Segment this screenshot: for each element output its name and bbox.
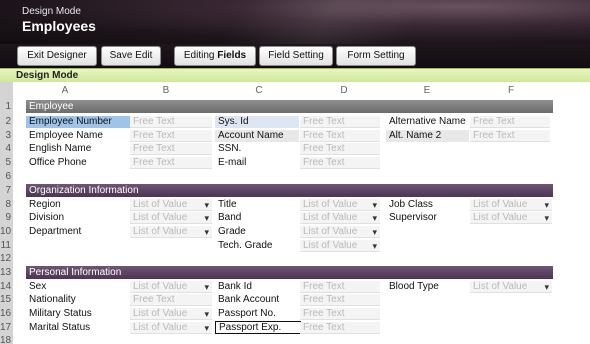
list-of-value-dropdown[interactable]: List of Value [300, 212, 380, 224]
free-text-input[interactable]: Free Text [130, 157, 212, 169]
design-mode-bar: Design Mode [0, 68, 590, 82]
field-label-band[interactable]: Band [215, 212, 299, 224]
save-edit-button[interactable]: Save Edit [101, 46, 161, 66]
column-header-e[interactable]: E [385, 85, 469, 96]
column-header-a[interactable]: A [13, 85, 117, 96]
field-label-grade[interactable]: Grade [215, 226, 299, 238]
app-header: Design Mode Employees [0, 0, 590, 44]
field-label-division[interactable]: Division [26, 212, 130, 224]
free-text-input[interactable]: Free Text [130, 294, 212, 306]
page-title: Employees [22, 18, 96, 34]
field-label-passport-no[interactable]: Passport No. [215, 308, 299, 320]
row-number: 4 [5, 143, 11, 154]
field-label-nationality[interactable]: Nationality [26, 294, 130, 306]
column-header-d[interactable]: D [303, 85, 385, 96]
field-label-title[interactable]: Title [215, 199, 299, 211]
column-header-c[interactable]: C [215, 85, 303, 96]
field-label-office-phone[interactable]: Office Phone [26, 157, 130, 169]
field-label-ssn[interactable]: SSN. [215, 143, 299, 155]
row-number: 2 [5, 116, 11, 127]
field-label-department[interactable]: Department [26, 226, 130, 238]
row-number: 14 [0, 281, 12, 292]
list-of-value-dropdown[interactable]: List of Value [470, 199, 552, 211]
free-text-input[interactable]: Free Text [470, 130, 550, 142]
list-of-value-dropdown[interactable]: List of Value [300, 226, 380, 238]
field-label-blood-type[interactable]: Blood Type [386, 281, 469, 293]
row-number: 11 [0, 240, 11, 251]
column-header-b[interactable]: B [117, 85, 215, 96]
list-of-value-dropdown[interactable]: List of Value [300, 240, 380, 252]
field-label-passport-exp-editing[interactable]: Passport Exp. [215, 321, 301, 334]
row-number: 17 [0, 322, 12, 333]
free-text-input[interactable]: Free Text [300, 308, 380, 320]
list-of-value-dropdown[interactable]: List of Value [130, 212, 212, 224]
list-of-value-dropdown[interactable]: List of Value [130, 226, 212, 238]
row-number: 12 [0, 253, 12, 264]
editing-fields-bold: Fields [217, 50, 247, 61]
field-label-sys-id[interactable]: Sys. Id [215, 116, 299, 128]
column-header-f[interactable]: F [469, 85, 553, 96]
field-label-region[interactable]: Region [26, 199, 130, 211]
list-of-value-dropdown[interactable]: List of Value [130, 308, 212, 320]
spreadsheet-grid: A B C D E F Employee Employee Number Fre… [13, 82, 590, 344]
free-text-input[interactable]: Free Text [130, 116, 212, 128]
list-of-value-dropdown[interactable]: List of Value [470, 212, 552, 224]
toolbar: Exit Designer Save Edit Editing Fields F… [0, 44, 590, 68]
row-number: 13 [0, 267, 12, 278]
field-label-alternative-name[interactable]: Alternative Name [386, 116, 469, 128]
field-label-job-class[interactable]: Job Class [386, 199, 469, 211]
row-number: 1 [5, 101, 11, 112]
field-label-email[interactable]: E-mail [215, 157, 299, 169]
free-text-input[interactable]: Free Text [130, 143, 212, 155]
free-text-input[interactable]: Free Text [300, 281, 380, 293]
form-setting-button[interactable]: Form Setting [336, 46, 416, 66]
section-header-personal[interactable]: Personal Information [26, 266, 553, 279]
editing-fields-prefix: Editing [183, 50, 218, 61]
section-header-organization[interactable]: Organization Information [26, 184, 553, 197]
field-label-military-status[interactable]: Military Status [26, 308, 130, 320]
free-text-input[interactable]: Free Text [300, 143, 380, 155]
row-number: 18 [0, 335, 12, 344]
free-text-input[interactable]: Free Text [300, 130, 380, 142]
field-label-english-name[interactable]: English Name [26, 143, 130, 155]
list-of-value-dropdown[interactable]: List of Value [130, 199, 212, 211]
section-header-employee[interactable]: Employee [26, 100, 553, 113]
free-text-input[interactable]: Free Text [470, 116, 550, 128]
field-label-supervisor[interactable]: Supervisor [386, 212, 469, 224]
field-label-marital-status[interactable]: Marital Status [26, 322, 130, 334]
row-number: 3 [5, 130, 11, 141]
design-mode-bar-label: Design Mode [16, 70, 79, 81]
free-text-input[interactable]: Free Text [130, 130, 212, 142]
free-text-input[interactable]: Free Text [300, 322, 380, 334]
editing-fields-button[interactable]: Editing Fields [174, 46, 256, 66]
list-of-value-dropdown[interactable]: List of Value [130, 322, 212, 334]
list-of-value-dropdown[interactable]: List of Value [300, 199, 380, 211]
list-of-value-dropdown[interactable]: List of Value [130, 281, 212, 293]
row-number: 16 [0, 308, 12, 319]
row-number: 15 [0, 294, 12, 305]
free-text-input[interactable]: Free Text [300, 116, 380, 128]
row-number: 5 [5, 157, 11, 168]
exit-designer-button[interactable]: Exit Designer [17, 46, 97, 66]
field-label-bank-account[interactable]: Bank Account [215, 294, 299, 306]
row-number: 6 [5, 171, 11, 182]
field-label-tech-grade[interactable]: Tech. Grade [215, 240, 299, 252]
field-label-sex[interactable]: Sex [26, 281, 130, 293]
field-setting-button[interactable]: Field Setting [259, 46, 333, 66]
list-of-value-dropdown[interactable]: List of Value [470, 281, 552, 293]
free-text-input[interactable]: Free Text [300, 294, 380, 306]
spreadsheet-area: 1 2 3 4 5 6 7 8 9 10 11 12 13 14 15 16 1… [0, 82, 590, 344]
row-number: 8 [5, 199, 11, 210]
row-number: 10 [0, 226, 12, 237]
field-label-account-name[interactable]: Account Name [215, 130, 299, 142]
mode-label: Design Mode [22, 6, 81, 17]
free-text-input[interactable]: Free Text [300, 157, 380, 169]
field-label-bank-id[interactable]: Bank Id [215, 281, 299, 293]
row-number: 9 [5, 212, 11, 223]
row-number: 7 [5, 185, 11, 196]
field-label-alt-name-2[interactable]: Alt. Name 2 [386, 130, 469, 142]
field-label-employee-number[interactable]: Employee Number [26, 116, 130, 128]
field-label-employee-name[interactable]: Employee Name [26, 130, 130, 142]
